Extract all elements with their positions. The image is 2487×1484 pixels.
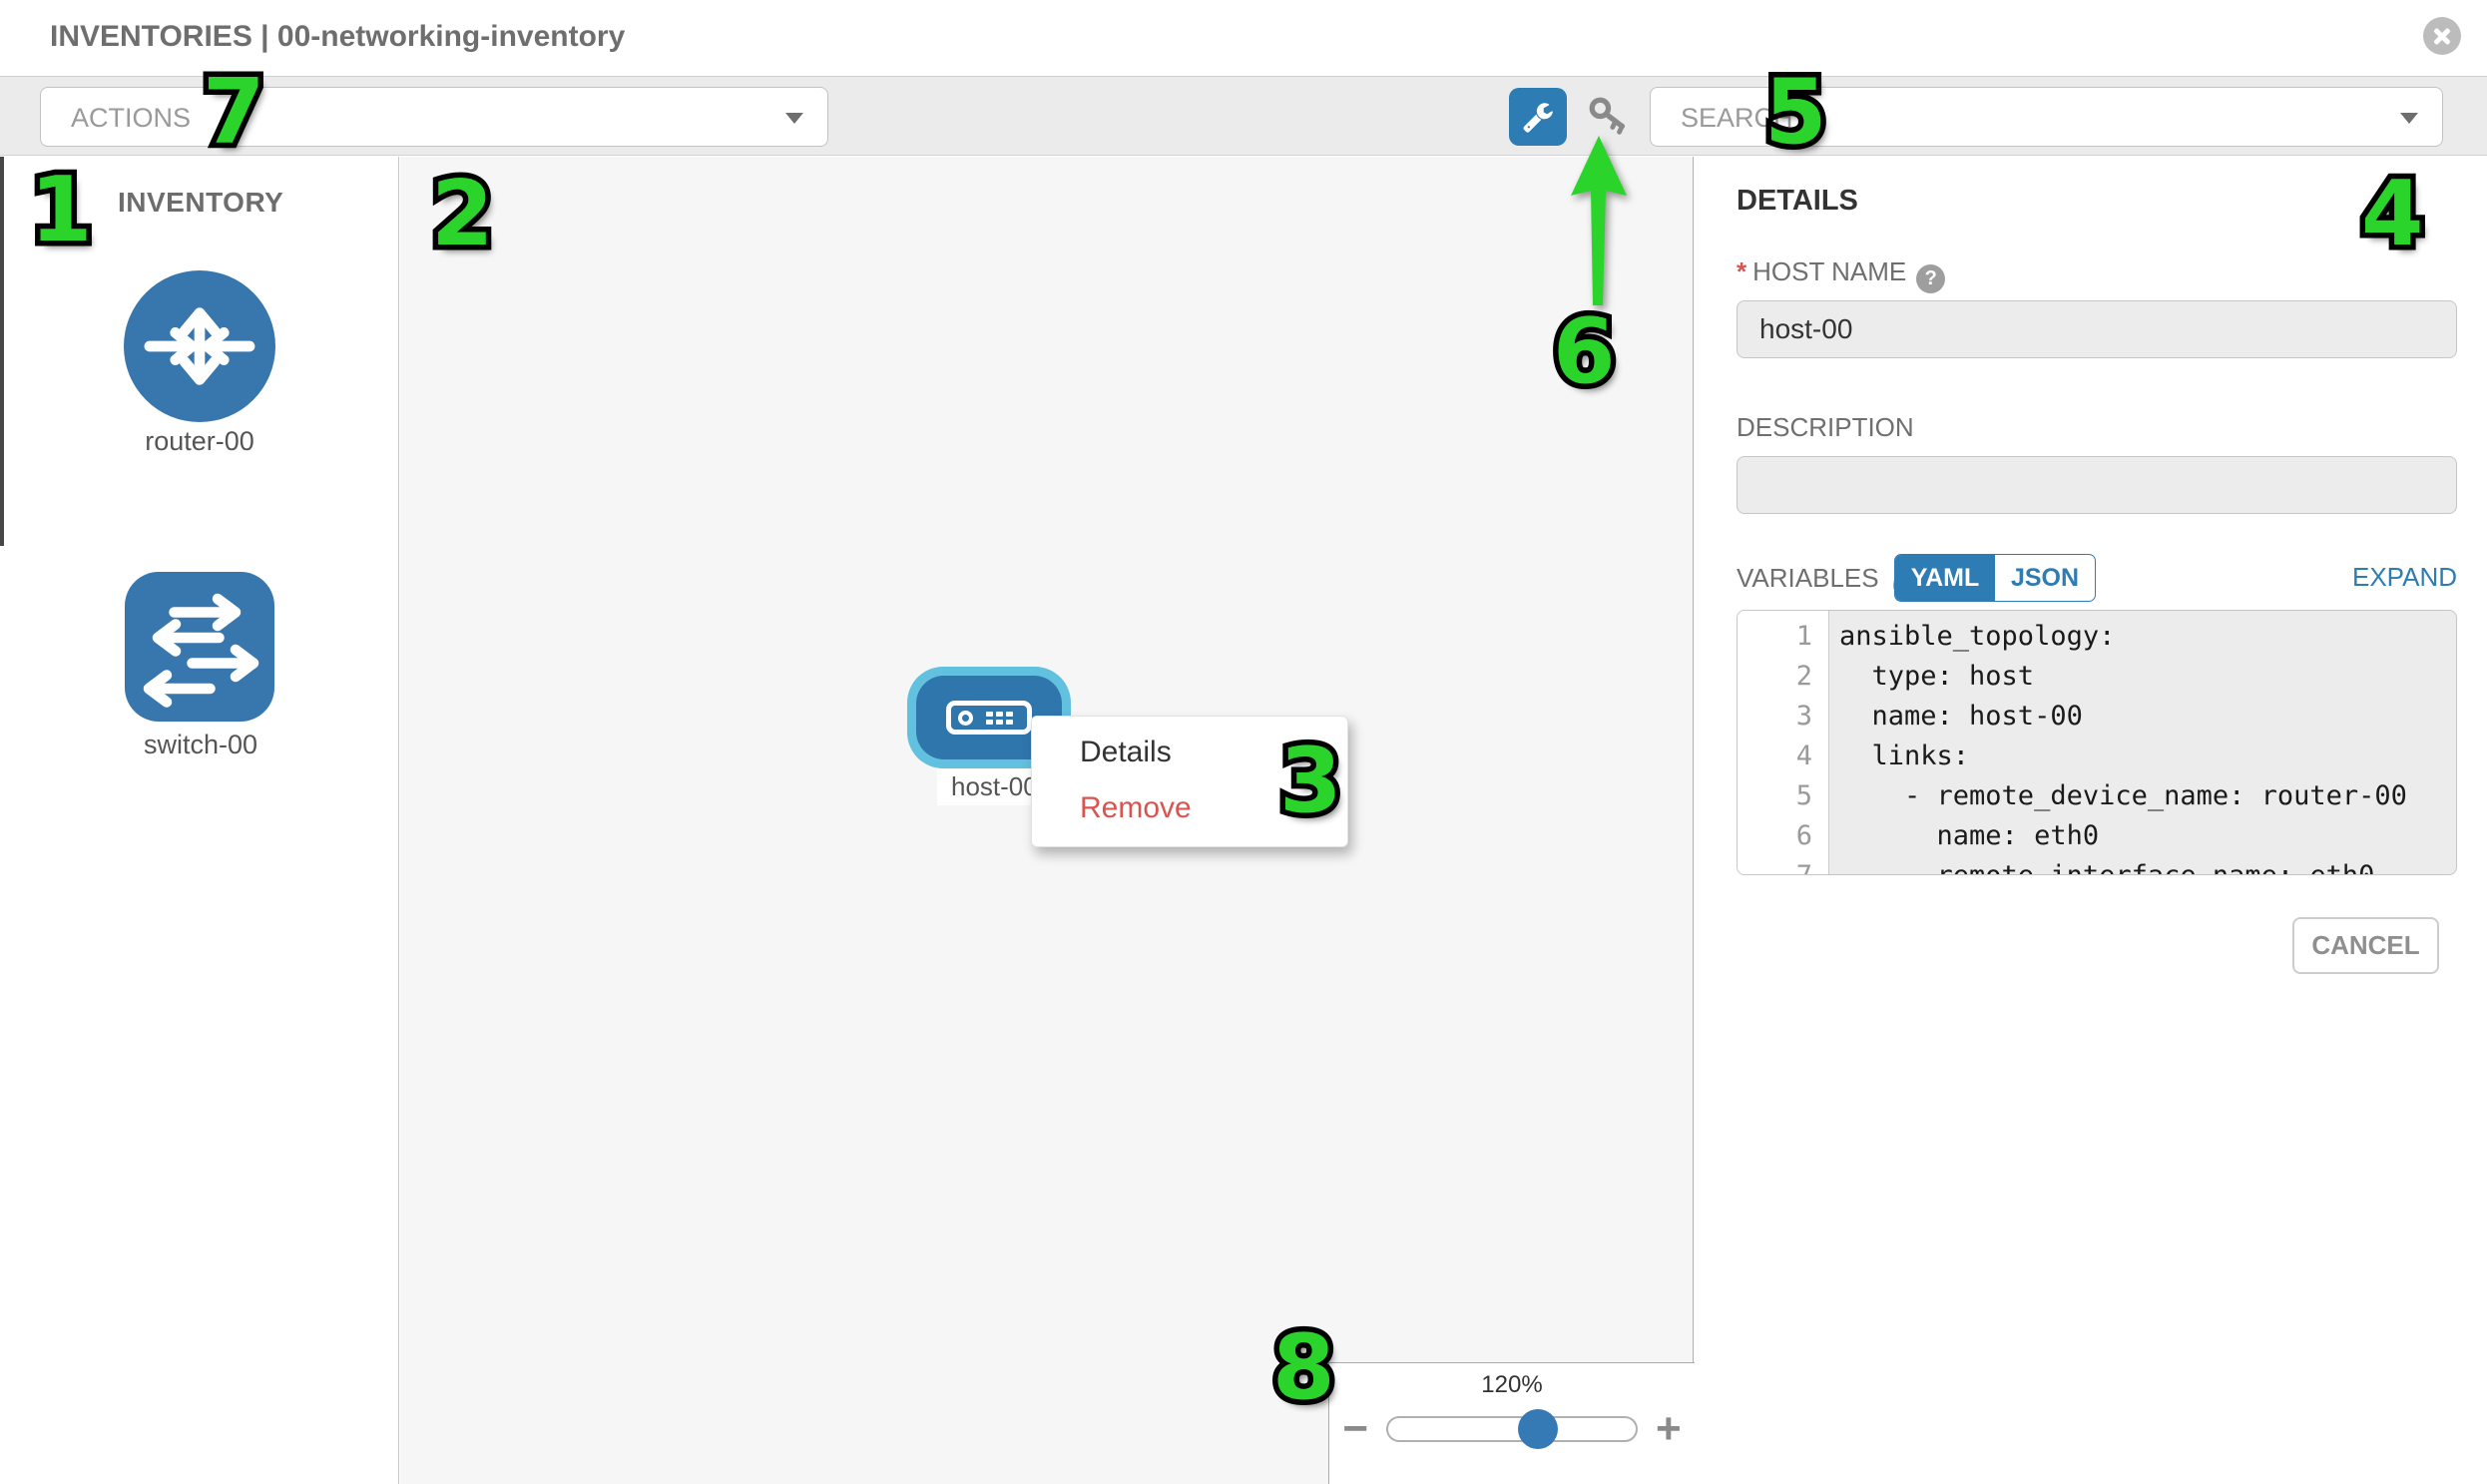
node-context-menu: Details Remove	[1031, 716, 1348, 847]
variables-label: VARIABLES	[1737, 563, 1879, 593]
zoom-slider-thumb[interactable]	[1518, 1409, 1558, 1449]
palette-item-switch[interactable]: switch-00	[125, 572, 274, 722]
editor-line-number: 5	[1738, 776, 1812, 816]
search-dropdown[interactable]: SEARCH	[1650, 87, 2443, 147]
editor-line-number: 1	[1738, 617, 1812, 657]
key-icon-glyph	[1586, 94, 1632, 140]
description-input[interactable]	[1737, 456, 2457, 514]
host-name-label-text: HOST NAME	[1752, 256, 1906, 286]
editor-line-number: 3	[1738, 697, 1812, 737]
editor-line-number: 4	[1738, 737, 1812, 776]
toolbox-button[interactable]	[1509, 88, 1567, 146]
inventories-topology-screen: INVENTORIES | 00-networking-inventory AC…	[0, 0, 2487, 1484]
editor-line: remote_interface_name: eth0	[1839, 856, 2456, 875]
key-icon[interactable]	[1586, 94, 1632, 140]
chevron-down-icon	[785, 113, 803, 124]
variables-row: VARIABLES ? YAML JSON EXPAND	[1737, 554, 2457, 602]
palette-item-label: router-00	[84, 426, 315, 457]
zoom-slider-row: − +	[1329, 1409, 1695, 1449]
editor-line: name: host-00	[1839, 697, 2456, 737]
zoom-level: 120%	[1329, 1371, 1695, 1399]
palette-item-router[interactable]: router-00	[124, 270, 275, 422]
variables-editor[interactable]: 1 2 3 4 5 6 7 ansible_topology: type: ho…	[1737, 610, 2457, 875]
topology-canvas[interactable]: host-00 Details Remove 120% − +	[400, 157, 1694, 1484]
wrench-icon	[1522, 101, 1554, 133]
editor-gutter: 1 2 3 4 5 6 7	[1738, 611, 1829, 874]
titlebar: INVENTORIES | 00-networking-inventory	[0, 0, 2487, 76]
variables-format-toggle: YAML JSON	[1894, 554, 2096, 602]
menu-item-details[interactable]: Details	[1032, 725, 1347, 780]
zoom-widget: 120% − +	[1328, 1362, 1696, 1484]
zoom-in-button[interactable]: +	[1656, 1409, 1682, 1449]
router-icon	[124, 270, 275, 422]
host-name-input[interactable]	[1737, 300, 2457, 358]
editor-line: - remote_device_name: router-00	[1839, 776, 2456, 816]
menu-item-remove[interactable]: Remove	[1032, 780, 1347, 836]
editor-code: ansible_topology: type: host name: host-…	[1829, 611, 2456, 874]
sidebar-edge-handle	[0, 157, 4, 546]
toggle-json[interactable]: JSON	[1995, 555, 2095, 601]
host-name-field-label: *HOST NAME?	[1737, 256, 1945, 293]
cancel-button[interactable]: CANCEL	[2292, 917, 2439, 974]
actions-dropdown[interactable]: ACTIONS	[40, 87, 828, 147]
editor-line: ansible_topology:	[1839, 617, 2456, 657]
details-title: DETAILS	[1737, 185, 1858, 218]
palette-item-label: switch-00	[85, 730, 316, 760]
editor-line: type: host	[1839, 657, 2456, 697]
editor-line-number: 2	[1738, 657, 1812, 697]
search-dropdown-label: SEARCH	[1681, 103, 1793, 134]
zoom-slider[interactable]	[1386, 1416, 1638, 1442]
server-led-icon	[958, 711, 973, 726]
server-ports-icon	[986, 712, 1013, 725]
toolbar: ACTIONS SEARCH	[0, 76, 2487, 156]
close-icon[interactable]	[2423, 17, 2461, 55]
description-field-label: DESCRIPTION	[1737, 412, 1914, 443]
expand-link[interactable]: EXPAND	[2352, 562, 2457, 593]
inventory-sidebar: INVENTORY router-00	[0, 157, 399, 1484]
sidebar-title: INVENTORY	[118, 187, 283, 219]
required-marker: *	[1737, 256, 1746, 286]
actions-dropdown-label: ACTIONS	[71, 103, 191, 134]
editor-line-number: 7	[1738, 856, 1812, 875]
editor-line: name: eth0	[1839, 816, 2456, 856]
details-panel: DETAILS *HOST NAME? DESCRIPTION VARIABLE…	[1695, 157, 2487, 1484]
toggle-yaml[interactable]: YAML	[1895, 555, 1995, 601]
page-title: INVENTORIES | 00-networking-inventory	[50, 20, 625, 54]
host-server-icon	[946, 701, 1032, 735]
switch-icon	[125, 572, 274, 722]
editor-line: links:	[1839, 737, 2456, 776]
chevron-down-icon	[2400, 113, 2418, 124]
question-help-icon[interactable]: ?	[1916, 264, 1945, 293]
zoom-out-button[interactable]: −	[1342, 1409, 1368, 1449]
editor-line-number: 6	[1738, 816, 1812, 856]
